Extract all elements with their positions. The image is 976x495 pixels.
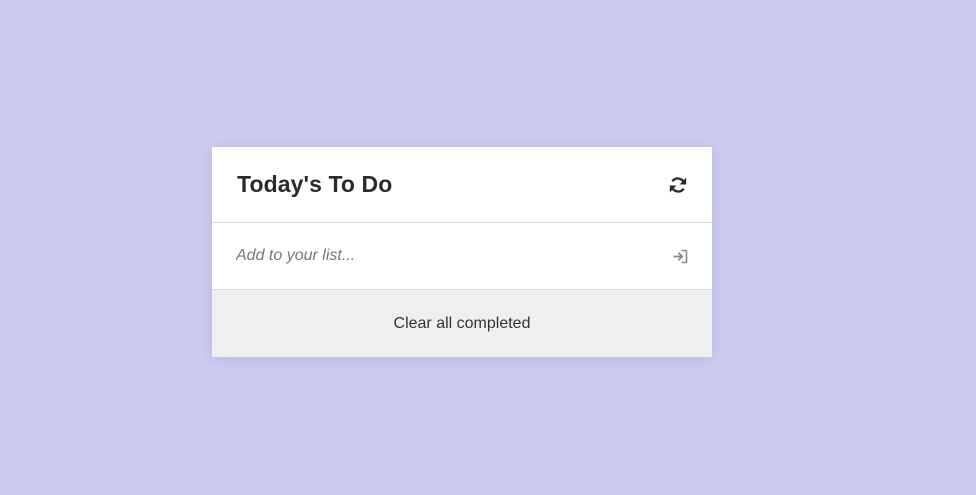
page-title: Today's To Do — [237, 171, 393, 197]
refresh-button[interactable] — [666, 173, 690, 197]
card-header: Today's To Do — [212, 147, 712, 223]
add-item-button[interactable] — [670, 246, 690, 266]
add-item-row — [212, 223, 712, 290]
clear-completed-label: Clear all completed — [393, 314, 531, 332]
todo-card: Today's To Do Clear all completed — [212, 147, 712, 357]
clear-completed-button[interactable]: Clear all completed — [212, 290, 712, 357]
add-item-input[interactable] — [236, 241, 670, 271]
sign-in-arrow-icon — [673, 249, 688, 263]
refresh-icon — [669, 176, 687, 193]
